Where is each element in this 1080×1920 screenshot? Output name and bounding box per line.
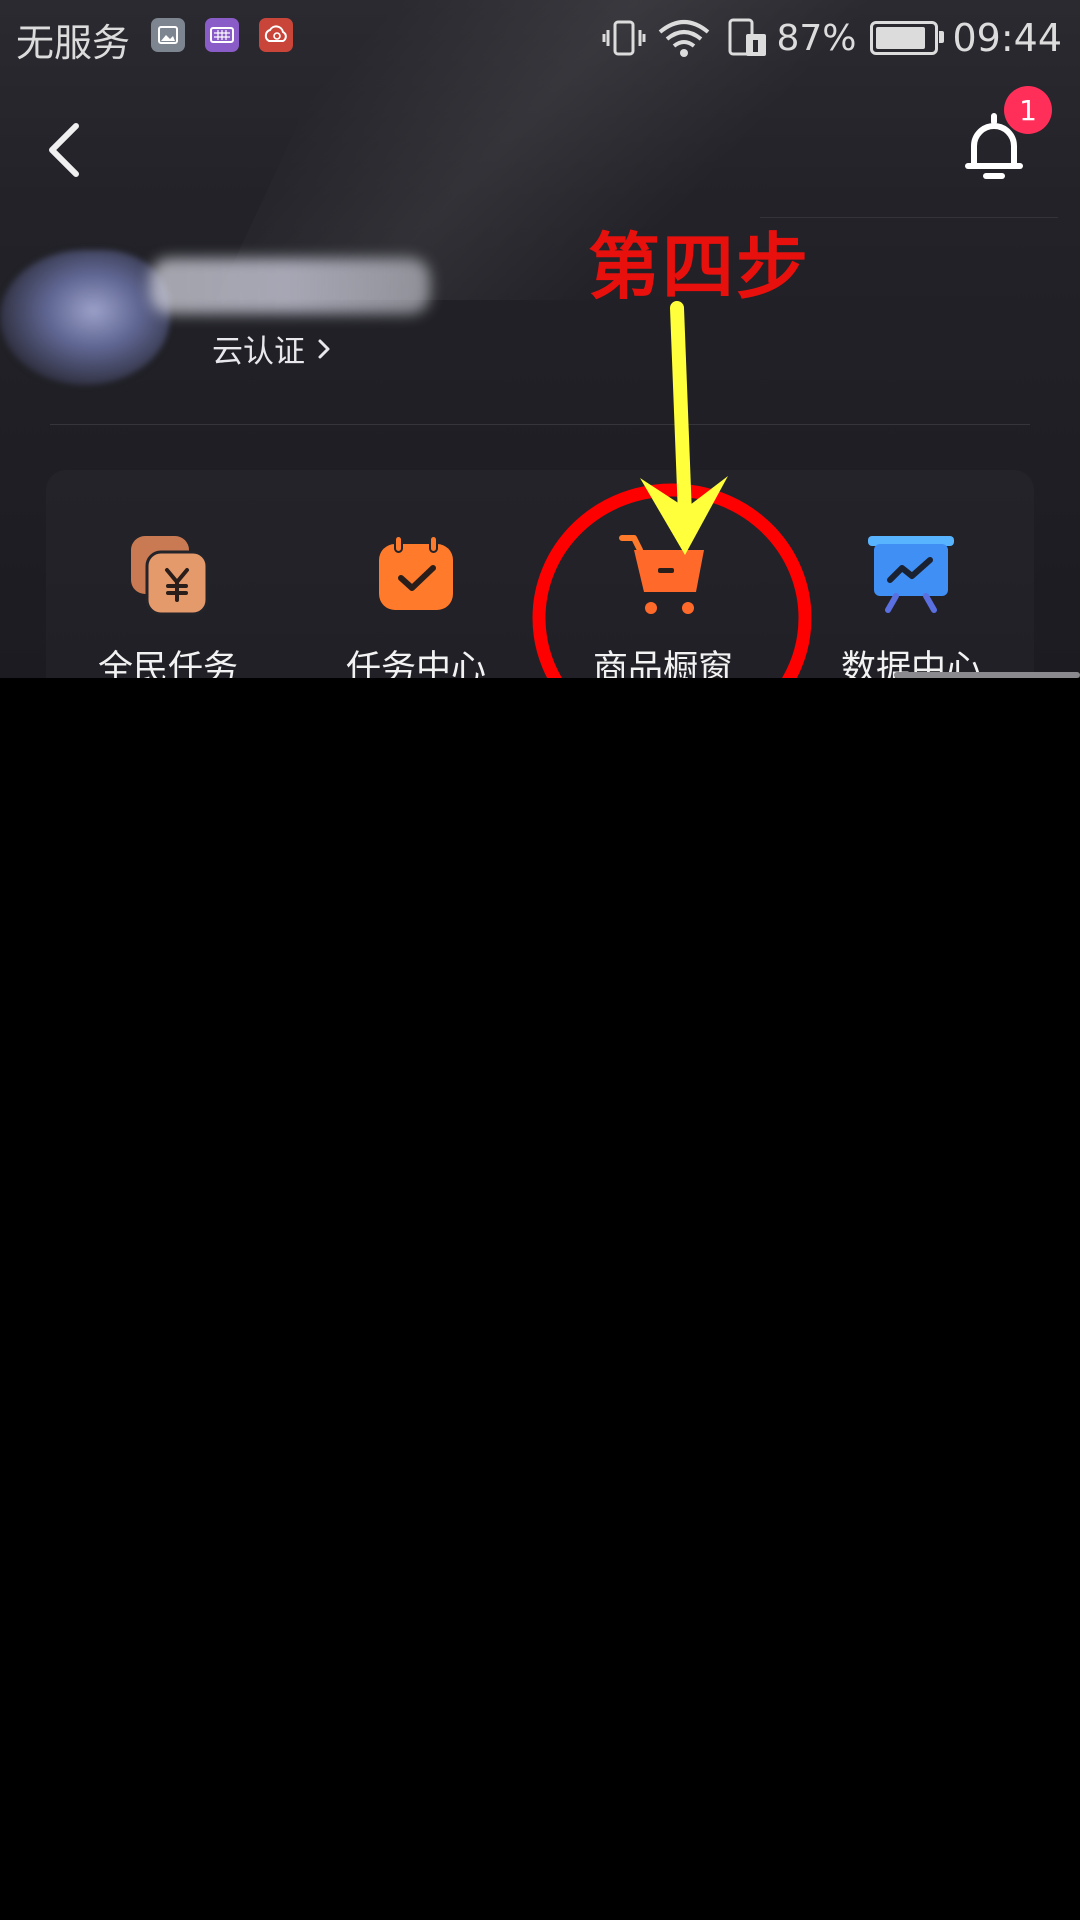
- notification-badge: 1: [1004, 86, 1052, 134]
- app-screen: 无服务 87% 09:44 1 云认证 全民任务 任务中心 商品橱窗 数据中心 …: [0, 0, 1080, 678]
- back-chevron-icon: [49, 123, 79, 177]
- profile-divider: [50, 424, 1030, 425]
- wifi-icon: [659, 20, 710, 57]
- status-bar: 无服务 87% 09:44: [0, 0, 1080, 74]
- function-item-task-center[interactable]: 任务中心: [306, 530, 526, 678]
- function-item-product-showcase[interactable]: 商品橱窗: [553, 530, 773, 678]
- vibrate-icon: [602, 20, 646, 56]
- gallery-icon: [151, 18, 185, 52]
- keyboard-icon: [205, 18, 239, 52]
- chevron-right-icon: [318, 339, 330, 358]
- coin-yen-icon: [131, 536, 209, 616]
- function-item-data-center[interactable]: 数据中心: [801, 530, 1021, 678]
- battery-percent: 87%: [776, 17, 857, 59]
- function-label: 商品橱窗: [592, 649, 733, 678]
- scroll-indicator: [894, 672, 1080, 678]
- certification-link[interactable]: 云认证: [212, 326, 331, 371]
- function-label: 全民任务: [97, 649, 238, 678]
- clock: 09:44: [952, 16, 1062, 60]
- back-button[interactable]: [40, 118, 90, 182]
- username-blurred: [150, 258, 430, 314]
- function-label: 任务中心: [345, 649, 486, 678]
- cloud-icon: [259, 18, 293, 52]
- avatar[interactable]: [0, 250, 170, 385]
- function-item-national-tasks[interactable]: 全民任务: [58, 530, 278, 678]
- shopping-cart-icon: [619, 535, 704, 614]
- carrier-text: 无服务: [16, 21, 131, 65]
- battery-fill: [876, 27, 926, 49]
- battery-icon: [870, 21, 945, 55]
- certification-label: 云认证: [212, 334, 305, 370]
- annotation-step-text: 第四步: [588, 225, 811, 309]
- sim-icon: [728, 18, 767, 56]
- calendar-check-icon: [379, 535, 453, 610]
- chart-board-icon: [868, 536, 954, 613]
